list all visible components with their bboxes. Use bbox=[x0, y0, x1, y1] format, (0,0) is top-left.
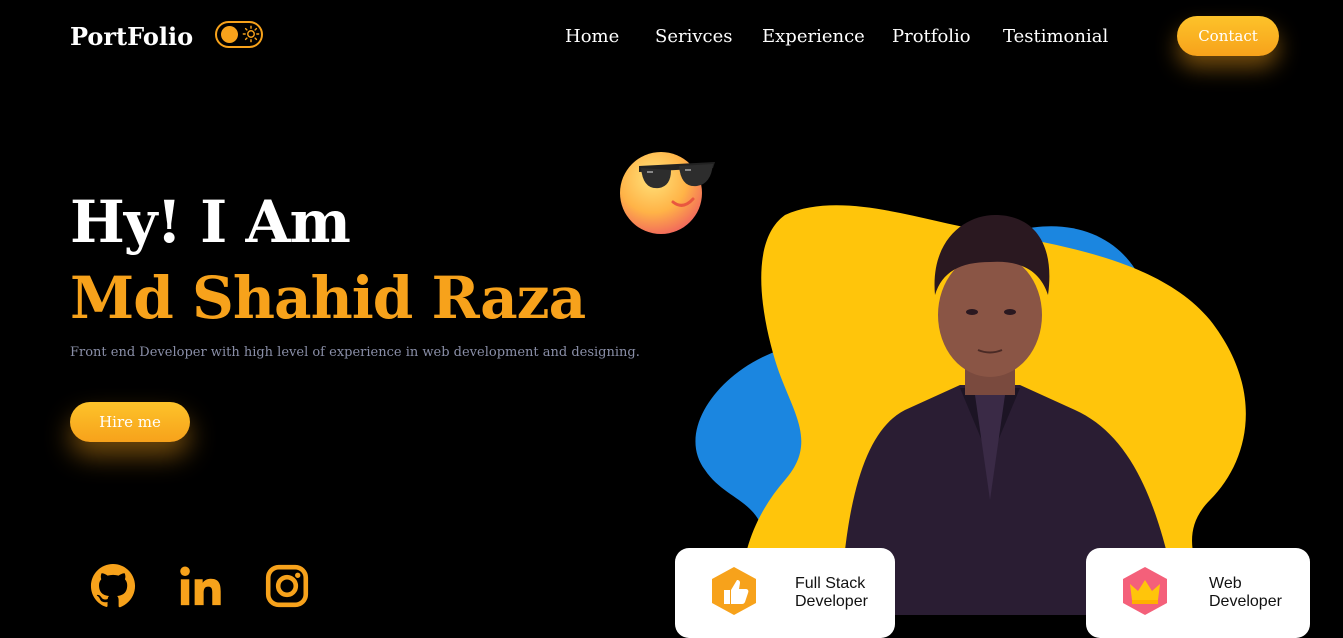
hero-greeting: Hy! I Am bbox=[70, 188, 351, 256]
github-icon[interactable] bbox=[90, 563, 136, 609]
thumbs-up-icon bbox=[712, 567, 756, 615]
hero-description: Front end Developer with high level of e… bbox=[70, 345, 640, 360]
contact-button[interactable]: Contact bbox=[1177, 16, 1279, 56]
nav-services[interactable]: Serivces bbox=[655, 26, 732, 47]
card-web-developer: Web Developer bbox=[1086, 548, 1310, 638]
nav-experience[interactable]: Experience bbox=[762, 26, 865, 47]
linkedin-icon[interactable] bbox=[177, 563, 223, 609]
card-label-line2: Developer bbox=[1209, 593, 1282, 610]
crown-icon bbox=[1123, 567, 1167, 615]
nav-home[interactable]: Home bbox=[565, 26, 619, 47]
sun-icon bbox=[242, 25, 260, 43]
card-label-line1: Web bbox=[1209, 575, 1242, 592]
instagram-icon[interactable] bbox=[264, 563, 310, 609]
nav-testimonial[interactable]: Testimonial bbox=[1003, 26, 1108, 47]
toggle-knob bbox=[221, 26, 238, 43]
card-full-stack: Full Stack Developer bbox=[675, 548, 895, 638]
card-label-line2: Developer bbox=[795, 593, 868, 610]
hero-name: Md Shahid Raza bbox=[70, 264, 586, 332]
brand-logo[interactable]: PortFolio bbox=[70, 22, 193, 51]
theme-toggle[interactable] bbox=[215, 21, 263, 48]
nav-portfolio[interactable]: Protfolio bbox=[892, 26, 971, 47]
card-label-line1: Full Stack bbox=[795, 575, 866, 592]
hire-me-button[interactable]: Hire me bbox=[70, 402, 190, 442]
